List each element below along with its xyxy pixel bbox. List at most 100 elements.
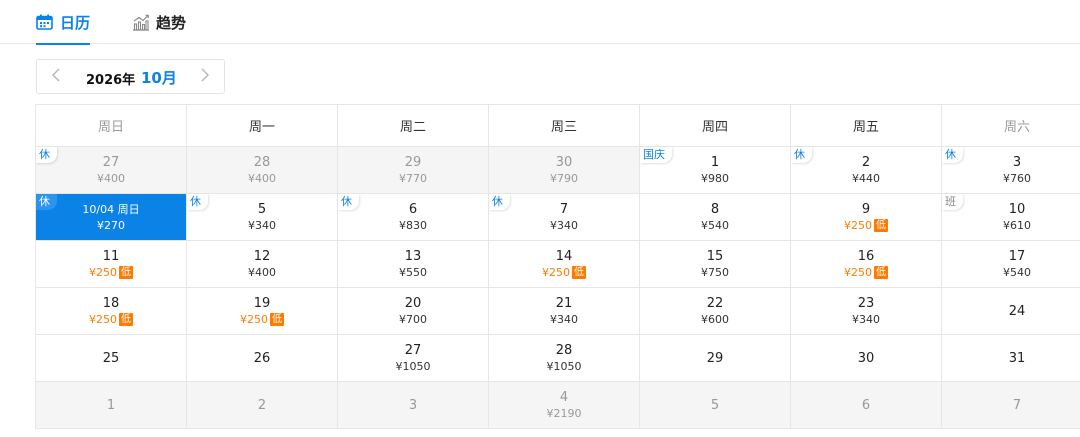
day-cell[interactable]: 21 ¥340 [489,288,640,335]
day-number: 14 [555,249,573,264]
day-cell[interactable]: 16 ¥250 低 [791,241,942,288]
next-month-button[interactable] [190,60,220,93]
day-cell[interactable]: 国庆 1 ¥980 [640,147,791,194]
weekday-fri: 周五 [791,105,942,147]
day-number: 2 [861,155,871,170]
day-cell[interactable]: 25 [36,335,187,382]
day-cell[interactable]: 6 [791,382,942,429]
day-cell[interactable]: 13 ¥550 [338,241,489,288]
weekday-header: 周日 周一 周二 周三 周四 周五 周六 [36,105,1080,147]
holiday-tag: 休 [36,147,57,163]
day-cell[interactable]: 班 10 ¥610 [942,194,1080,241]
day-price-value: ¥700 [399,313,427,326]
day-price: ¥440 [852,171,880,186]
day-cell[interactable]: 31 [942,335,1080,382]
day-price-value: ¥540 [701,219,729,232]
holiday-tag: 休 [338,194,359,210]
view-tabs: 日历 趋势 [0,0,1080,45]
week-row: 11 ¥250 低 12 ¥400 13 ¥550 14 ¥250 低 15 ¥750 16 ¥250 低 1… [36,241,1080,288]
day-cell[interactable]: 4 ¥2190 [489,382,640,429]
day-cell[interactable]: 29 [640,335,791,382]
day-number: 9 [861,202,871,217]
weekday-tue: 周二 [338,105,489,147]
month-picker: 2026年 10月 [36,59,225,94]
day-cell[interactable]: 8 ¥540 [640,194,791,241]
day-cell[interactable]: 15 ¥750 [640,241,791,288]
day-number: 30 [555,155,573,170]
day-cell[interactable]: 9 ¥250 低 [791,194,942,241]
day-number: 29 [404,155,422,170]
day-number: 29 [706,350,724,366]
day-number: 7 [559,202,569,217]
day-price-value: ¥1050 [395,360,431,373]
picker-month[interactable]: 10月 [141,67,177,88]
day-cell[interactable]: 23 ¥340 [791,288,942,335]
tab-calendar[interactable]: 日历 [36,0,91,45]
day-cell[interactable]: 19 ¥250 低 [187,288,338,335]
day-number: 3 [1012,155,1022,170]
day-number: 24 [1008,303,1026,319]
day-price-value: ¥830 [399,219,427,232]
day-price: ¥600 [701,312,729,327]
day-price-value: ¥1050 [546,360,582,373]
day-price-value: ¥770 [399,172,427,185]
day-number: 4 [559,390,569,405]
day-cell[interactable]: 20 ¥700 [338,288,489,335]
day-number: 6 [408,202,418,217]
day-cell[interactable]: 24 [942,288,1080,335]
day-price-value: ¥340 [550,219,578,232]
day-price-value: ¥550 [399,266,427,279]
day-cell[interactable]: 7 [942,382,1080,429]
day-cell[interactable]: 28 ¥1050 [489,335,640,382]
day-number: 1 [710,155,720,170]
day-number: 26 [253,350,271,366]
day-cell[interactable]: 3 [338,382,489,429]
day-price-value: ¥340 [550,313,578,326]
day-cell[interactable]: 12 ¥400 [187,241,338,288]
day-cell[interactable]: 休 27 ¥400 [36,147,187,194]
week-row: 休 10/04 周日 ¥270 休 5 ¥340 休 6 ¥830 休 7 ¥340 8 ¥540 9 ¥25… [36,194,1080,241]
day-price: ¥760 [1003,171,1031,186]
day-price: ¥340 [550,218,578,233]
day-cell[interactable]: 17 ¥540 [942,241,1080,288]
day-cell[interactable]: 14 ¥250 低 [489,241,640,288]
day-price: ¥250 低 [542,265,586,280]
day-cell[interactable]: 30 ¥790 [489,147,640,194]
day-cell[interactable]: 休 3 ¥760 [942,147,1080,194]
day-cell[interactable]: 1 [36,382,187,429]
day-cell[interactable]: 18 ¥250 低 [36,288,187,335]
day-number: 20 [404,296,422,311]
day-price: ¥250 低 [89,312,133,327]
day-cell[interactable]: 休 5 ¥340 [187,194,338,241]
day-price: ¥340 [852,312,880,327]
day-cell[interactable]: 29 ¥770 [338,147,489,194]
day-number: 10 [1008,202,1026,217]
tab-trend[interactable]: 趋势 [132,0,186,44]
day-cell-selected[interactable]: 休 10/04 周日 ¥270 [36,194,187,241]
day-cell[interactable]: 休 2 ¥440 [791,147,942,194]
day-cell[interactable]: 休 7 ¥340 [489,194,640,241]
day-cell[interactable]: 28 ¥400 [187,147,338,194]
day-cell[interactable]: 26 [187,335,338,382]
day-cell[interactable]: 5 [640,382,791,429]
lowest-price-badge: 低 [119,313,133,326]
prev-month-button[interactable] [41,60,71,93]
chevron-left-icon [52,67,60,86]
day-number: 30 [857,350,875,366]
day-price: ¥270 [97,218,125,233]
day-cell[interactable]: 休 6 ¥830 [338,194,489,241]
day-cell[interactable]: 27 ¥1050 [338,335,489,382]
day-cell[interactable]: 22 ¥600 [640,288,791,335]
day-cell[interactable]: 30 [791,335,942,382]
weekday-mon: 周一 [187,105,338,147]
day-price-value: ¥250 [844,266,872,279]
weekday-wed: 周三 [489,105,640,147]
day-number: 13 [404,249,422,264]
day-price-value: ¥250 [844,219,872,232]
day-number: 21 [555,296,573,311]
day-price-value: ¥400 [248,266,276,279]
day-cell[interactable]: 2 [187,382,338,429]
day-price-value: ¥400 [248,172,276,185]
day-cell[interactable]: 11 ¥250 低 [36,241,187,288]
day-price-value: ¥400 [97,172,125,185]
